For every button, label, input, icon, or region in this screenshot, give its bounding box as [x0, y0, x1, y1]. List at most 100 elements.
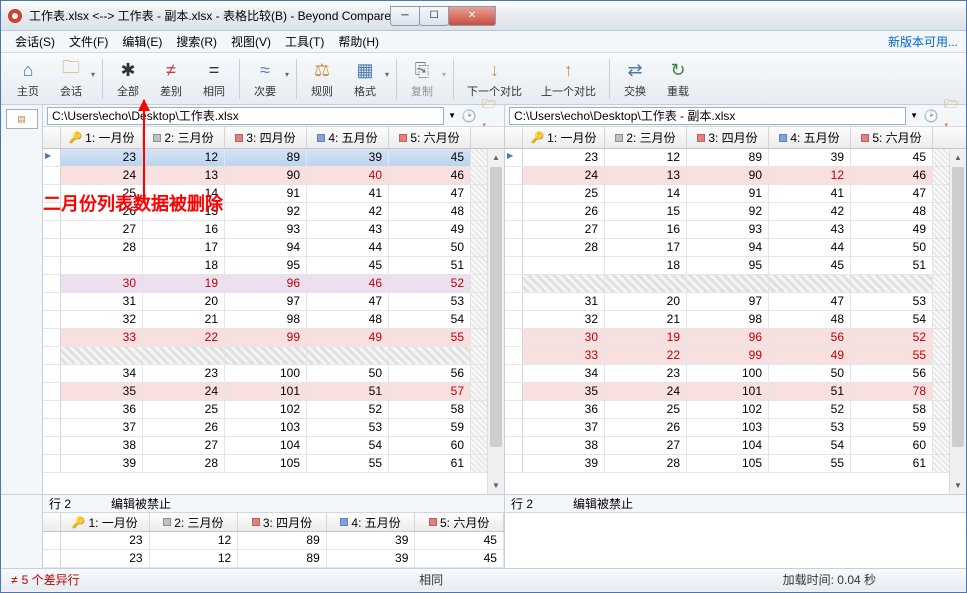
table-row[interactable]: 2514914147	[505, 185, 966, 203]
col-header[interactable]: 5: 六月份	[851, 127, 933, 148]
table-row[interactable]: 35241015178	[505, 383, 966, 401]
table-row[interactable]: 39281055561	[43, 455, 504, 473]
swap-icon: ⇄	[623, 58, 647, 82]
col-header[interactable]: 🔑1: 一月份	[523, 127, 605, 148]
toolbar-swap[interactable]: ⇄交换	[614, 55, 656, 103]
col-header[interactable]: 2: 三月份	[143, 127, 225, 148]
bottom-left-pane: 行 2 编辑被禁止 🔑1: 一月份 2: 三月份 3: 四月份 4: 五月份 5…	[43, 495, 505, 568]
table-row[interactable]: 39281055561	[505, 455, 966, 473]
menu-file[interactable]: 文件(F)	[63, 31, 114, 52]
scrollbar-vertical[interactable]: ▲▼	[487, 149, 504, 494]
table-row[interactable]: 2413904046	[43, 167, 504, 185]
table-row[interactable]: 37261035359	[43, 419, 504, 437]
table-row[interactable]: 3322994955	[505, 347, 966, 365]
menubar: 会话(S) 文件(F) 编辑(E) 搜索(R) 视图(V) 工具(T) 帮助(H…	[1, 31, 966, 53]
right-grid[interactable]: 2312893945241390124625149141472615924248…	[505, 149, 966, 494]
table-row[interactable]: 2413901246	[505, 167, 966, 185]
table-row[interactable]: 18954551	[43, 257, 504, 275]
arrow-down-icon: ↓	[483, 58, 507, 82]
table-row[interactable]: 3019964652	[43, 275, 504, 293]
table-row[interactable]: 2817944450	[43, 239, 504, 257]
table-row[interactable]: 34231005056	[505, 365, 966, 383]
col-header[interactable]: 3: 四月份	[687, 127, 769, 148]
side-strip: ▤	[1, 105, 43, 494]
col-header[interactable]: 🔑1: 一月份	[61, 127, 143, 148]
toolbar-all[interactable]: ✱全部	[107, 55, 149, 103]
close-button[interactable]: ✕	[448, 6, 496, 26]
table-row[interactable]: 3221984854	[505, 311, 966, 329]
table-row[interactable]: 2312893945	[43, 532, 504, 550]
bottom-left-grid[interactable]: 23128939452312893945	[43, 532, 504, 568]
table-row[interactable]: 2817944450	[505, 239, 966, 257]
bottom-section: 行 2 编辑被禁止 🔑1: 一月份 2: 三月份 3: 四月份 4: 五月份 5…	[1, 494, 966, 568]
browse-icon[interactable]: 🗁▾	[944, 107, 962, 125]
table-row[interactable]: 2716934349	[505, 221, 966, 239]
table-row[interactable]: 34231005056	[43, 365, 504, 383]
table-row[interactable]: 38271045460	[505, 437, 966, 455]
status-diff-count: ≠5 个差异行	[11, 571, 80, 588]
table-row[interactable]: 2615924248	[43, 203, 504, 221]
right-column-headers: 🔑1: 一月份 2: 三月份 3: 四月份 4: 五月份 5: 六月份	[505, 127, 966, 149]
table-row[interactable]: 37261035359	[505, 419, 966, 437]
browse-icon[interactable]: 🗁▾	[482, 107, 500, 125]
table-row[interactable]: 2312893945	[43, 149, 504, 167]
toolbar-format[interactable]: ▦格式	[344, 55, 392, 103]
minimize-button[interactable]: ─	[390, 6, 420, 26]
table-row[interactable]	[43, 347, 504, 365]
toolbar-rules[interactable]: ⚖规则	[301, 55, 343, 103]
toolbar-sessions[interactable]: 🗀会话	[50, 55, 98, 103]
left-path-input[interactable]	[47, 107, 444, 125]
table-row[interactable]: 3120974753	[43, 293, 504, 311]
left-grid[interactable]: 2312893945241390404625149141472615924248…	[43, 149, 504, 494]
table-row[interactable]: 2716934349	[43, 221, 504, 239]
table-row[interactable]: 3322994955	[43, 329, 504, 347]
table-row[interactable]: 2312893945	[505, 149, 966, 167]
table-row[interactable]: 36251025258	[43, 401, 504, 419]
toolbar-home[interactable]: ⌂主页	[7, 55, 49, 103]
table-row[interactable]: 35241015157	[43, 383, 504, 401]
table-row[interactable]: 3221984854	[43, 311, 504, 329]
col-header[interactable]: 2: 三月份	[605, 127, 687, 148]
table-row[interactable]: 36251025258	[505, 401, 966, 419]
toolbar-copy[interactable]: ⎘复制	[401, 55, 449, 103]
right-path-input[interactable]	[509, 107, 906, 125]
toolbar-next-diff[interactable]: ↑上一个对比	[532, 55, 605, 103]
table-row[interactable]: 18954551	[505, 257, 966, 275]
update-link[interactable]: 新版本可用...	[888, 33, 958, 50]
menu-session[interactable]: 会话(S)	[9, 31, 61, 52]
left-column-headers: 🔑1: 一月份 2: 三月份 3: 四月份 4: 五月份 5: 六月份	[43, 127, 504, 149]
menu-tools[interactable]: 工具(T)	[279, 31, 330, 52]
table-row[interactable]: 2312893945	[43, 550, 504, 568]
maximize-button[interactable]: ☐	[419, 6, 449, 26]
toolbar-same[interactable]: =相同	[193, 55, 235, 103]
toolbar-reload[interactable]: ↻重载	[657, 55, 699, 103]
dropdown-icon[interactable]: ▼	[448, 111, 456, 120]
toolbar-diffs[interactable]: ≠差别	[150, 55, 192, 103]
table-row[interactable]: 2615924248	[505, 203, 966, 221]
history-icon[interactable]: 🕑	[460, 107, 478, 125]
col-header[interactable]: 3: 四月份	[225, 127, 307, 148]
menu-edit[interactable]: 编辑(E)	[116, 31, 168, 52]
table-row[interactable]: 3120974753	[505, 293, 966, 311]
row-indicator: 行 2	[511, 495, 533, 512]
menu-help[interactable]: 帮助(H)	[332, 31, 385, 52]
history-icon[interactable]: 🕑	[922, 107, 940, 125]
table-row[interactable]: 3019965652	[505, 329, 966, 347]
left-pane: 二月份列表数据被删除 ▼ 🕑 🗁▾ 🔑1: 一月份 2: 三月份 3: 四月份 …	[43, 105, 505, 494]
toolbar-minor[interactable]: ≈次要	[244, 55, 292, 103]
menu-search[interactable]: 搜索(R)	[170, 31, 223, 52]
menu-view[interactable]: 视图(V)	[225, 31, 277, 52]
right-pathbar: ▼ 🕑 🗁▾	[505, 105, 966, 127]
edit-status: 编辑被禁止	[573, 495, 633, 512]
rules-icon: ⚖	[310, 58, 334, 82]
table-row[interactable]	[505, 275, 966, 293]
scrollbar-vertical[interactable]: ▲▼	[949, 149, 966, 494]
table-row[interactable]: 38271045460	[43, 437, 504, 455]
col-header[interactable]: 4: 五月份	[307, 127, 389, 148]
col-header[interactable]: 4: 五月份	[769, 127, 851, 148]
col-header[interactable]: 5: 六月份	[389, 127, 471, 148]
table-row[interactable]: 2514914147	[43, 185, 504, 203]
main-area: ▤ 二月份列表数据被删除 ▼ 🕑 🗁▾ 🔑1: 一月份 2: 三月份 3: 四月…	[1, 105, 966, 494]
dropdown-icon[interactable]: ▼	[910, 111, 918, 120]
side-view-button[interactable]: ▤	[6, 109, 38, 129]
